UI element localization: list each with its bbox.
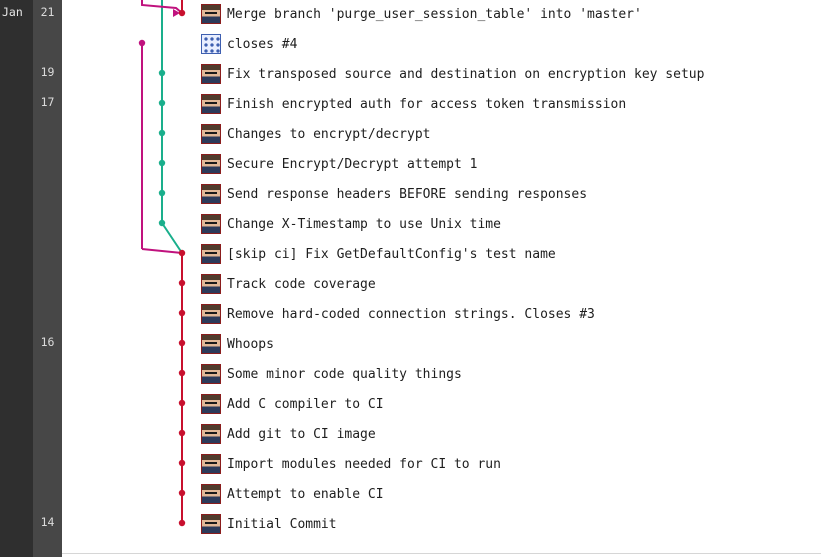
commit-message: Change X-Timestamp to use Unix time (227, 217, 501, 232)
commit-message: [skip ci] Fix GetDefaultConfig's test na… (227, 247, 556, 262)
commit-row[interactable]: Merge branch 'purge_user_session_table' … (62, 0, 821, 30)
commit-message: Changes to encrypt/decrypt (227, 127, 431, 142)
commit-message: Attempt to enable CI (227, 487, 384, 502)
avatar-glasses (205, 432, 217, 435)
avatar-glasses (205, 492, 217, 495)
day-label: 16 (40, 335, 55, 349)
commit-row[interactable]: Whoops (62, 330, 821, 360)
commit-row[interactable]: Initial Commit (62, 510, 821, 540)
avatar-glasses (205, 132, 217, 135)
author-avatar (201, 364, 221, 384)
commit-row[interactable]: Change X-Timestamp to use Unix time (62, 210, 821, 240)
commit-message: Send response headers BEFORE sending res… (227, 187, 588, 202)
commit-message: Whoops (227, 337, 274, 352)
commit-row[interactable]: Track code coverage (62, 270, 821, 300)
author-avatar (201, 244, 221, 264)
commit-row[interactable]: Add git to CI image (62, 420, 821, 450)
avatar-glasses (205, 252, 217, 255)
commit-message: Merge branch 'purge_user_session_table' … (227, 7, 642, 22)
commit-row[interactable]: Fix transposed source and destination on… (62, 60, 821, 90)
commit-message: Secure Encrypt/Decrypt attempt 1 (227, 157, 478, 172)
avatar-glasses (205, 462, 217, 465)
avatar-glasses (205, 312, 217, 315)
author-avatar (201, 484, 221, 504)
author-avatar (201, 274, 221, 294)
day-label: 14 (40, 515, 55, 529)
day-label: 19 (40, 65, 55, 79)
avatar-glasses (205, 372, 217, 375)
commit-message: closes #4 (227, 37, 298, 52)
author-avatar (201, 64, 221, 84)
author-avatar (201, 214, 221, 234)
avatar-glasses (205, 342, 217, 345)
commit-row[interactable]: Import modules needed for CI to run (62, 450, 821, 480)
month-label: Jan (2, 5, 23, 19)
commit-row[interactable]: [skip ci] Fix GetDefaultConfig's test na… (62, 240, 821, 270)
author-avatar (201, 304, 221, 324)
commit-message: Fix transposed source and destination on… (227, 67, 705, 82)
author-avatar (201, 514, 221, 534)
author-avatar (201, 124, 221, 144)
avatar-glasses (205, 192, 217, 195)
author-avatar (201, 334, 221, 354)
avatar-glasses (205, 222, 217, 225)
commit-message: Add git to CI image (227, 427, 376, 442)
commit-row[interactable]: Finish encrypted auth for access token t… (62, 90, 821, 120)
commit-message: Add C compiler to CI (227, 397, 384, 412)
commit-message: Track code coverage (227, 277, 376, 292)
commit-message: Remove hard-coded connection strings. Cl… (227, 307, 595, 322)
commit-message: Finish encrypted auth for access token t… (227, 97, 627, 112)
avatar-glasses (205, 72, 217, 75)
avatar-glasses (205, 162, 217, 165)
commit-row[interactable]: Add C compiler to CI (62, 390, 821, 420)
author-avatar (201, 4, 221, 24)
author-avatar (201, 454, 221, 474)
commit-message: Some minor code quality things (227, 367, 462, 382)
commit-row[interactable]: Attempt to enable CI (62, 480, 821, 510)
author-avatar (201, 394, 221, 414)
avatar-glasses (205, 12, 217, 15)
author-avatar (201, 154, 221, 174)
commit-message: Initial Commit (227, 517, 337, 532)
avatar-glasses (205, 102, 217, 105)
author-avatar (201, 184, 221, 204)
author-avatar (201, 424, 221, 444)
avatar-glasses (205, 522, 217, 525)
avatar-glasses (205, 402, 217, 405)
commit-row[interactable]: Secure Encrypt/Decrypt attempt 1 (62, 150, 821, 180)
commit-row[interactable]: Send response headers BEFORE sending res… (62, 180, 821, 210)
avatar-glasses (205, 282, 217, 285)
commit-message: Import modules needed for CI to run (227, 457, 501, 472)
identicon-avatar (201, 34, 221, 54)
divider (62, 553, 821, 554)
commit-row[interactable]: Remove hard-coded connection strings. Cl… (62, 300, 821, 330)
commit-row[interactable]: closes #4 (62, 30, 821, 60)
month-column: Jan (0, 0, 33, 557)
commit-row[interactable]: Some minor code quality things (62, 360, 821, 390)
day-label: 17 (40, 95, 55, 109)
day-column: 21 19 17 16 14 (33, 0, 62, 557)
day-label: 21 (40, 5, 55, 19)
commit-row[interactable]: Changes to encrypt/decrypt (62, 120, 821, 150)
author-avatar (201, 94, 221, 114)
